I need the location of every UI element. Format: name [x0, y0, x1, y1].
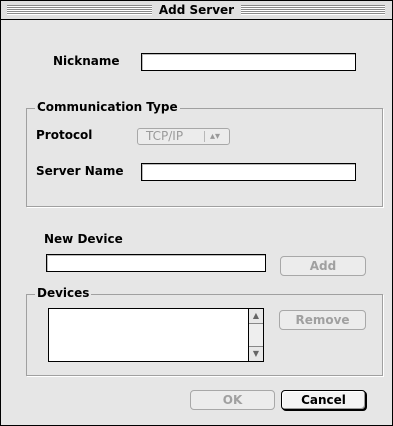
- devices-scrollbar[interactable]: ▲ ▼: [248, 309, 263, 361]
- remove-button[interactable]: Remove: [279, 310, 366, 330]
- nickname-label: Nickname: [53, 54, 120, 68]
- title-bar-stripes-right: [241, 5, 385, 15]
- add-button[interactable]: Add: [280, 256, 366, 276]
- protocol-popup[interactable]: TCP/IP ▴▾: [137, 128, 230, 145]
- protocol-popup-separator: [204, 131, 205, 142]
- devices-list[interactable]: ▲ ▼: [48, 308, 264, 362]
- scroll-up-arrow-icon[interactable]: ▲: [249, 309, 263, 324]
- ok-button[interactable]: OK: [190, 390, 275, 410]
- add-server-dialog: Add Server Nickname Communication Type P…: [0, 0, 393, 426]
- protocol-popup-value: TCP/IP: [146, 129, 184, 143]
- new-device-field[interactable]: [46, 254, 266, 272]
- title-bar[interactable]: Add Server: [1, 1, 392, 20]
- server-name-label: Server Name: [36, 164, 124, 178]
- server-name-field[interactable]: [141, 163, 356, 181]
- scroll-down-arrow-icon[interactable]: ▼: [249, 346, 263, 361]
- new-device-label: New Device: [44, 232, 123, 246]
- devices-title: Devices: [35, 286, 92, 300]
- cancel-button[interactable]: Cancel: [281, 390, 366, 410]
- title-bar-stripes-left: [7, 5, 152, 15]
- window-title: Add Server: [152, 2, 241, 18]
- communication-type-group: Communication Type: [26, 100, 383, 207]
- communication-type-title: Communication Type: [35, 100, 180, 114]
- nickname-field[interactable]: [141, 53, 356, 71]
- popup-arrows-icon: ▴▾: [210, 131, 221, 142]
- protocol-label: Protocol: [36, 128, 93, 142]
